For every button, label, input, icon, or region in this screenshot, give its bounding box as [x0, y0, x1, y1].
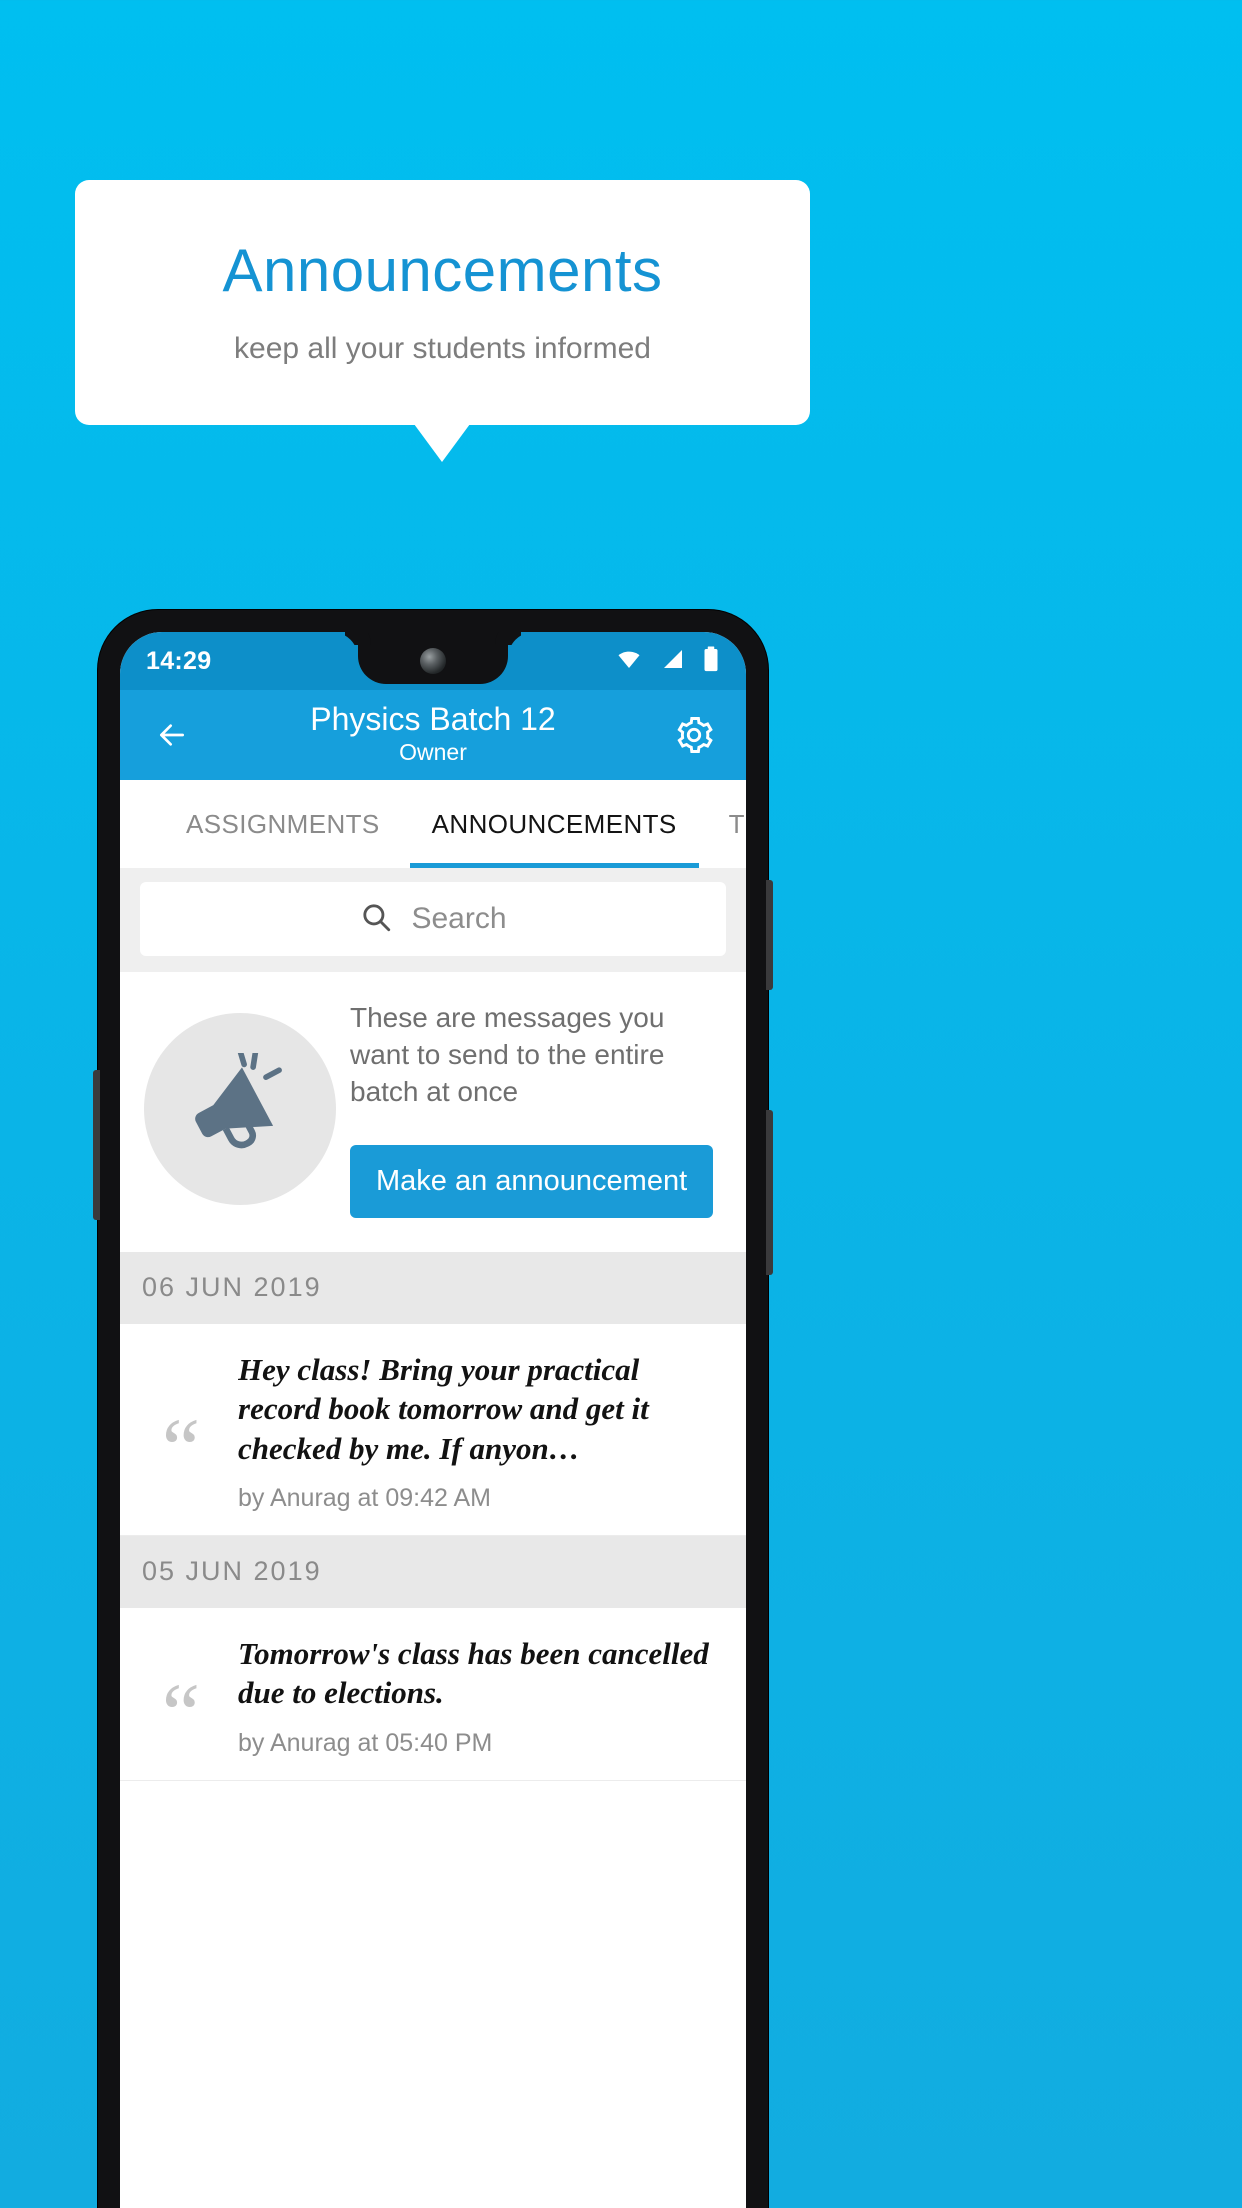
front-camera [420, 648, 446, 674]
announcement-body: Tomorrow's class has been cancelled due … [238, 1634, 722, 1758]
date-header: 05 JUN 2019 [120, 1535, 746, 1608]
wifi-icon [614, 647, 644, 676]
app-bar: Physics Batch 12 Owner [120, 690, 746, 780]
date-header: 06 JUN 2019 [120, 1251, 746, 1324]
megaphone-icon [187, 1048, 293, 1164]
promo-content: These are messages you want to send to t… [350, 1000, 722, 1218]
tab-bar[interactable]: ASSIGNMENTS ANNOUNCEMENTS TESTS ’ [120, 780, 746, 868]
signal-icon [660, 647, 686, 676]
promo-subtitle: keep all your students informed [234, 332, 651, 365]
quote-icon: “ [161, 1400, 201, 1497]
settings-button[interactable] [668, 709, 720, 761]
announcement-text: Tomorrow's class has been cancelled due … [238, 1635, 709, 1711]
announcement-row[interactable]: “ Hey class! Bring your practical record… [120, 1323, 746, 1536]
tab-tests[interactable]: TESTS [703, 780, 746, 868]
announcement-byline: by Anurag at 09:42 AM [238, 1483, 491, 1512]
page-subtitle: Owner [399, 739, 467, 766]
phone-button-volume[interactable] [766, 880, 773, 990]
tab-assignments-label: ASSIGNMENTS [186, 808, 380, 839]
phone-device: 14:29 Physics Batch 12 Owner ASSIGNMENTS… [93, 610, 773, 2208]
page-title: Physics Batch 12 [310, 700, 556, 737]
phone-button-left[interactable] [93, 1070, 100, 1220]
announcement-row[interactable]: “ Tomorrow's class has been cancelled du… [120, 1607, 746, 1781]
search-placeholder: Search [411, 902, 507, 935]
battery-icon [702, 646, 720, 677]
search-icon [359, 900, 393, 939]
make-announcement-button[interactable]: Make an announcement [350, 1144, 714, 1218]
announcement-body: Hey class! Bring your practical record b… [238, 1350, 722, 1513]
app-bar-titles: Physics Batch 12 Owner [120, 690, 746, 780]
back-button[interactable] [146, 709, 198, 761]
promo-bubble-tail [414, 424, 470, 462]
phone-screen: 14:29 Physics Batch 12 Owner ASSIGNMENTS… [120, 632, 746, 2208]
megaphone-icon-container [144, 1012, 336, 1205]
tab-tests-label: TESTS [728, 808, 746, 839]
promo-description: These are messages you want to send to t… [350, 1002, 665, 1107]
promo-title: Announcements [222, 237, 663, 304]
announcement-byline: by Anurag at 05:40 PM [238, 1728, 493, 1757]
announcement-text: Hey class! Bring your practical record b… [238, 1351, 649, 1466]
tab-announcements-label: ANNOUNCEMENTS [431, 808, 677, 839]
phone-button-power[interactable] [766, 1110, 773, 1275]
search-section: Search [120, 868, 746, 972]
quote-icon: “ [161, 1664, 201, 1761]
search-input[interactable]: Search [140, 882, 726, 956]
announcement-promo-card: These are messages you want to send to t… [120, 972, 746, 1252]
tab-assignments[interactable]: ASSIGNMENTS [160, 780, 406, 868]
promo-bubble: Announcements keep all your students inf… [75, 180, 810, 425]
tab-announcements[interactable]: ANNOUNCEMENTS [406, 780, 703, 868]
status-time: 14:29 [146, 646, 212, 675]
status-icons [614, 646, 720, 677]
